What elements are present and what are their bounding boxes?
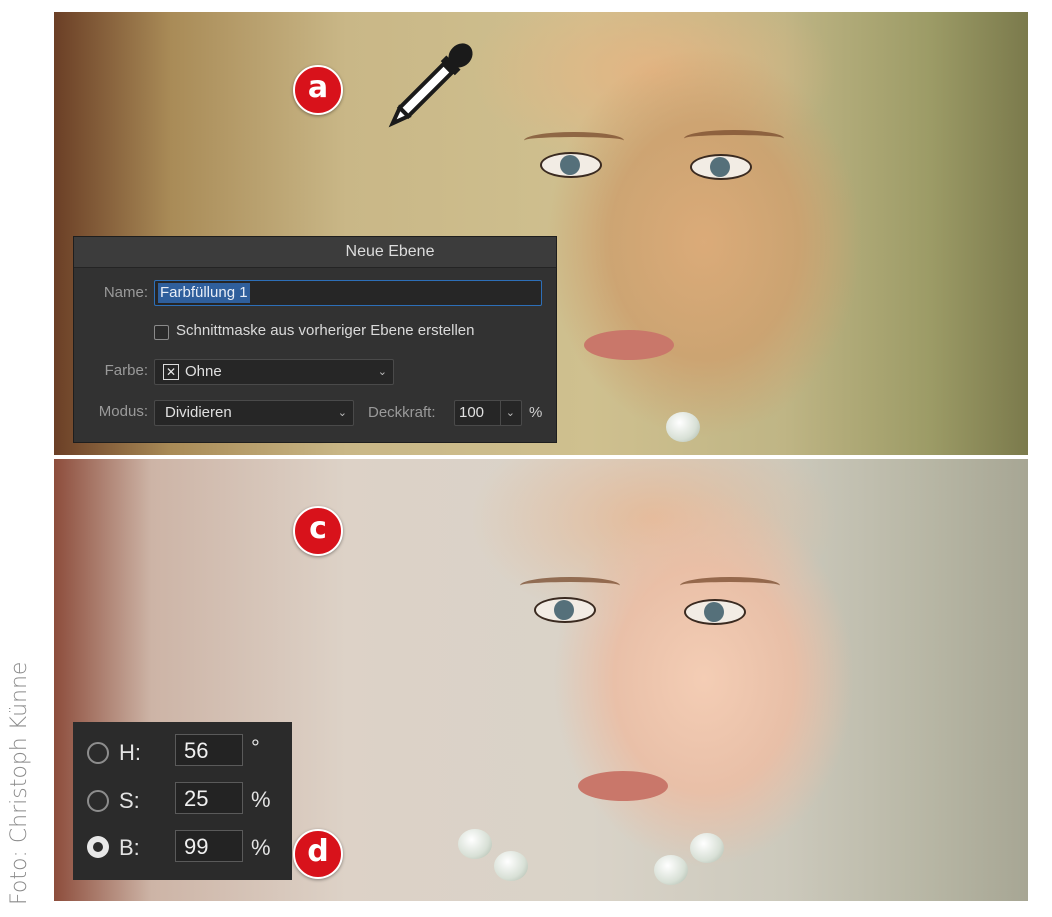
new-layer-dialog: Neue Ebene Name: Farbfüllung 1 Schnittma… <box>73 236 557 443</box>
right-eye <box>684 599 746 625</box>
chevron-down-icon: ⌄ <box>377 366 387 378</box>
mode-select[interactable]: Dividieren ⌄ <box>154 400 354 426</box>
necklace-bead <box>654 855 688 885</box>
badge-d: d <box>293 829 343 879</box>
color-label: Farbe: <box>104 362 148 379</box>
opacity-label: Deckkraft: <box>368 404 436 421</box>
opacity-select[interactable]: 100 ⌄ <box>454 400 522 426</box>
layer-name-value: Farbfüllung 1 <box>158 283 250 303</box>
eyedropper-icon <box>388 43 473 128</box>
opacity-unit: % <box>529 404 543 421</box>
hue-unit: ° <box>251 735 260 760</box>
badge-a: a <box>293 65 343 115</box>
brightness-input[interactable]: 99 <box>175 830 243 862</box>
necklace-bead <box>494 851 528 881</box>
opacity-value: 100 <box>459 404 485 421</box>
saturation-input[interactable]: 25 <box>175 782 243 814</box>
badge-c: c <box>293 506 343 556</box>
layer-name-input[interactable]: Farbfüllung 1 <box>154 280 542 306</box>
right-eye <box>690 154 752 180</box>
left-eye <box>540 152 602 178</box>
name-label: Name: <box>103 284 148 301</box>
brightness-unit: % <box>251 835 271 860</box>
necklace-bead <box>666 412 700 442</box>
clipping-mask-label: Schnittmaske aus vorheriger Ebene erstel… <box>176 322 475 339</box>
hue-label: H: <box>119 740 141 765</box>
brightness-radio[interactable] <box>87 836 109 858</box>
left-eyebrow <box>520 577 620 594</box>
necklace-bead <box>690 833 724 863</box>
hsb-color-panel: H: 56 ° S: 25 % B: 99 % <box>73 722 292 880</box>
right-eyebrow <box>680 577 780 594</box>
color-select-value: Ohne <box>185 363 222 380</box>
right-eyebrow <box>684 130 784 147</box>
left-eye <box>534 597 596 623</box>
mode-select-value: Dividieren <box>165 404 232 421</box>
chevron-down-icon: ⌄ <box>337 407 347 419</box>
necklace-bead <box>458 829 492 859</box>
brightness-label: B: <box>119 835 140 860</box>
clipping-mask-checkbox[interactable] <box>154 325 169 340</box>
saturation-unit: % <box>251 787 271 812</box>
mode-label: Modus: <box>98 403 148 420</box>
saturation-radio[interactable] <box>87 790 109 812</box>
chevron-down-icon: ⌄ <box>499 401 515 425</box>
left-eyebrow <box>524 132 624 149</box>
no-color-x-icon: ✕ <box>163 364 179 380</box>
hue-radio[interactable] <box>87 742 109 764</box>
hue-input[interactable]: 56 <box>175 734 243 766</box>
photo-credit: Foto: Christoph Künne <box>7 661 32 905</box>
saturation-label: S: <box>119 788 140 813</box>
dialog-title: Neue Ebene <box>74 237 556 268</box>
mouth <box>578 771 668 801</box>
color-select[interactable]: ✕ Ohne ⌄ <box>154 359 394 385</box>
mouth <box>584 330 674 360</box>
